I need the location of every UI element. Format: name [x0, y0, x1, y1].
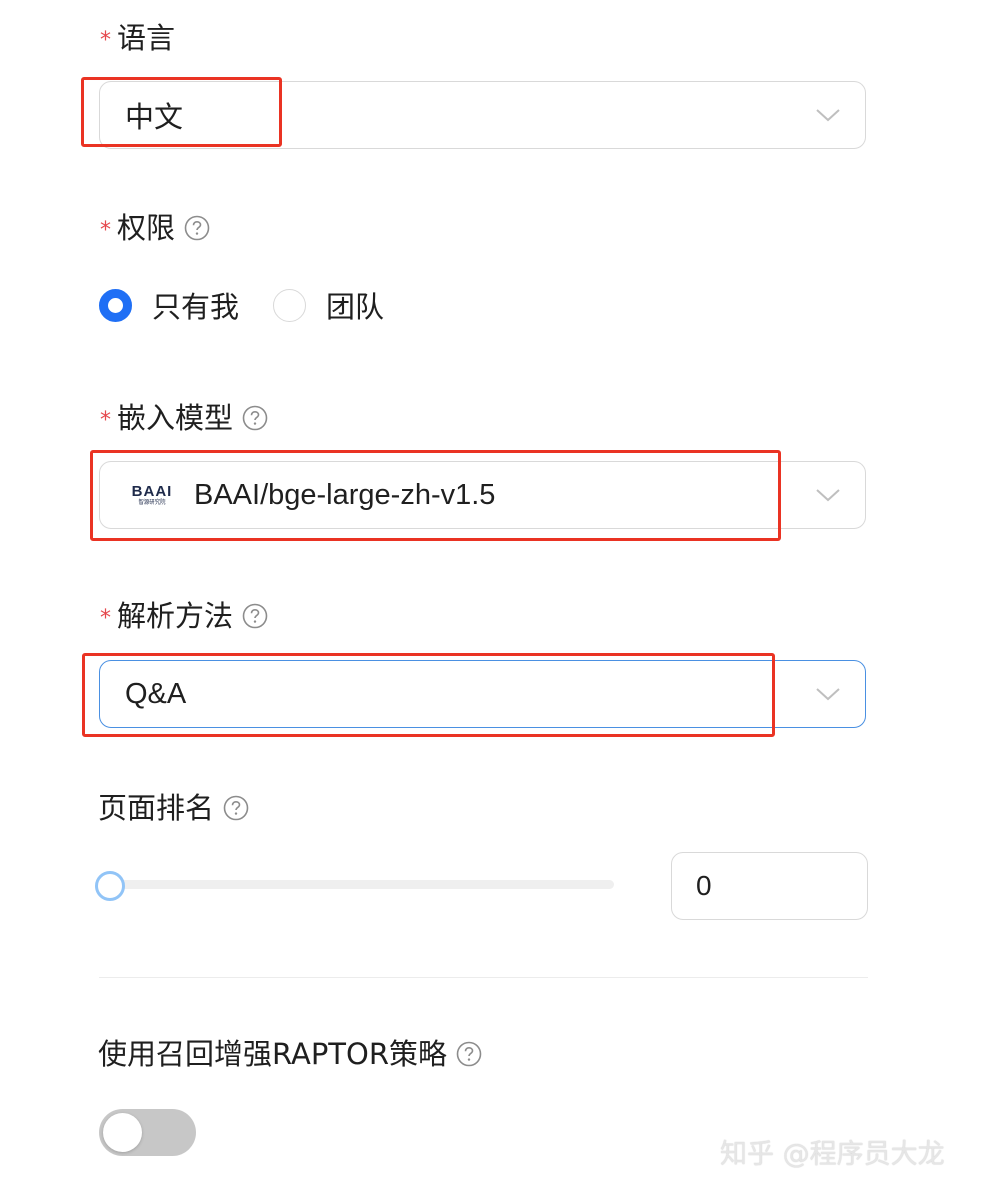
- language-select-value: 中文: [125, 102, 184, 134]
- radio-team-label: 团队: [326, 290, 385, 324]
- permission-label: * 权限: [98, 208, 211, 248]
- section-divider: [99, 977, 868, 978]
- permission-label-text: 权限: [117, 211, 176, 245]
- radio-only-me-label: 只有我: [152, 290, 240, 324]
- raptor-label: 使用召回增强RAPTOR策略: [98, 1034, 483, 1074]
- radio-team[interactable]: 团队: [273, 284, 384, 326]
- question-circle-icon[interactable]: [183, 214, 211, 242]
- baai-logo-subtext: 智源研究院: [138, 498, 166, 506]
- required-mark: *: [100, 408, 111, 433]
- parse-method-select[interactable]: Q&A: [99, 660, 866, 728]
- radio-unchecked-indicator[interactable]: [273, 288, 307, 322]
- question-circle-icon[interactable]: [241, 404, 269, 432]
- chevron-down-icon: [816, 109, 840, 122]
- chevron-down-icon: [816, 489, 840, 502]
- watermark: 知乎 @程序员大龙: [720, 1139, 945, 1170]
- radio-only-me[interactable]: 只有我: [99, 284, 239, 326]
- embedding-model-select[interactable]: BAAI 智源研究院 BAAI/bge-large-zh-v1.5: [99, 461, 866, 529]
- question-circle-icon[interactable]: [241, 602, 269, 630]
- permission-radio-group: 只有我 团队: [99, 283, 418, 327]
- raptor-toggle-switch[interactable]: [99, 1109, 196, 1156]
- language-label-text: 语言: [117, 21, 176, 55]
- page-rank-label: 页面排名: [98, 788, 250, 828]
- parse-method-label: * 解析方法: [98, 596, 269, 636]
- required-mark: *: [100, 218, 111, 243]
- baai-logo-text: BAAI: [131, 482, 173, 500]
- page-rank-input-value: 0: [696, 870, 712, 901]
- chevron-down-icon: [816, 688, 840, 701]
- page-rank-number-input[interactable]: 0: [671, 852, 868, 920]
- page-rank-slider-handle[interactable]: [95, 871, 125, 901]
- question-circle-icon[interactable]: [222, 794, 250, 822]
- radio-checked-indicator[interactable]: [99, 288, 132, 322]
- parse-method-label-text: 解析方法: [117, 599, 234, 633]
- page-rank-label-text: 页面排名: [98, 791, 215, 825]
- parse-method-select-value: Q&A: [125, 677, 187, 710]
- embedding-model-label: * 嵌入模型: [98, 398, 269, 438]
- question-circle-icon[interactable]: [455, 1040, 483, 1068]
- required-mark: *: [100, 606, 111, 631]
- embedding-model-label-text: 嵌入模型: [117, 401, 234, 435]
- baai-logo: BAAI 智源研究院: [128, 484, 176, 507]
- toggle-knob: [103, 1113, 142, 1152]
- language-label: * 语言: [98, 18, 175, 58]
- language-select[interactable]: 中文: [99, 81, 866, 149]
- required-mark: *: [100, 28, 111, 53]
- raptor-label-text: 使用召回增强RAPTOR策略: [98, 1037, 447, 1071]
- page-rank-slider-track[interactable]: [110, 880, 614, 889]
- embedding-model-select-value: BAAI/bge-large-zh-v1.5: [194, 478, 496, 511]
